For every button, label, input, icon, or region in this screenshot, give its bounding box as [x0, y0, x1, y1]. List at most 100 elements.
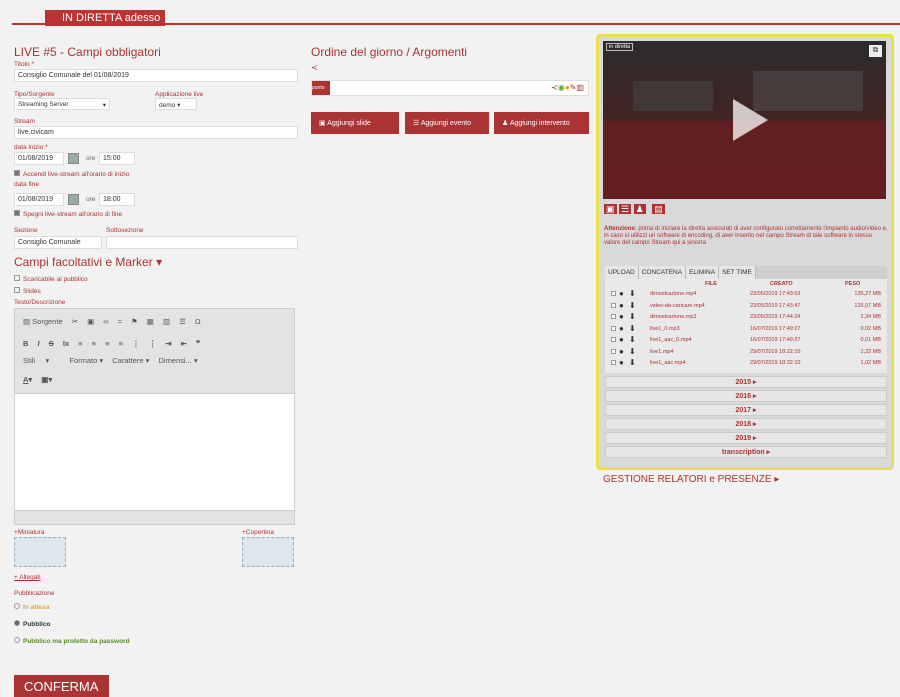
- quote-icon[interactable]: ❞: [196, 339, 200, 348]
- spegni-checkbox[interactable]: Spegni live-stream all'orario di fine: [14, 210, 122, 218]
- accendi-checkbox[interactable]: Accendi live-stream all'orario di inizio: [14, 170, 129, 178]
- slides-checkbox[interactable]: Slides: [14, 287, 41, 295]
- align-right-icon[interactable]: ≡: [105, 339, 109, 348]
- play-icon[interactable]: ●: [619, 301, 624, 310]
- year-folder[interactable]: transcription ▸: [605, 446, 887, 458]
- carattere-select[interactable]: Carattere ▾: [112, 356, 149, 365]
- download-icon[interactable]: ⬇: [629, 301, 636, 310]
- download-icon[interactable]: ⬇: [629, 358, 636, 367]
- app-select[interactable]: demo ▾: [155, 98, 197, 110]
- file-row[interactable]: ● ⬇ dimostrazione.mp3 23/05/2019 17:44:24 2,…: [605, 312, 887, 322]
- play-icon[interactable]: ●: [619, 358, 624, 367]
- optional-title[interactable]: Campi facoltativi e Marker ▾: [14, 255, 162, 269]
- file-name[interactable]: live1_aac.mp4: [650, 360, 685, 366]
- sorgente-button[interactable]: ▤ Sorgente: [23, 317, 63, 326]
- tipo-select[interactable]: Streaming Server ▾: [14, 98, 110, 110]
- conferma-button[interactable]: CONFERMA: [14, 675, 109, 697]
- ora-fine-input[interactable]: 18:00: [99, 193, 135, 206]
- play-icon[interactable]: ●: [619, 347, 624, 356]
- sottosezione-input[interactable]: [106, 236, 298, 249]
- calendar-icon[interactable]: [68, 194, 79, 205]
- justify-icon[interactable]: ≡: [119, 339, 123, 348]
- allegati-link[interactable]: + Allegati: [14, 574, 41, 581]
- image-icon[interactable]: ▦: [147, 317, 154, 326]
- formato-select[interactable]: Formato ▾: [69, 356, 103, 365]
- file-name[interactable]: dimostrazione.mp3: [650, 314, 696, 320]
- tab-elimina[interactable]: ELIMINA: [686, 266, 720, 279]
- add-event-button[interactable]: ☰ Aggiungi evento: [405, 112, 489, 134]
- strike-icon[interactable]: S: [49, 339, 54, 348]
- unlink-icon[interactable]: ≈: [118, 317, 122, 326]
- checkbox-icon[interactable]: [611, 360, 616, 365]
- tab-upload[interactable]: UPLOAD: [605, 266, 639, 279]
- file-row[interactable]: ● ⬇ video-da-caricare.mp4 23/05/2019 17:43:…: [605, 301, 887, 311]
- live-now-tab[interactable]: IN DIRETTA adesso: [45, 10, 165, 26]
- file-row[interactable]: ● ⬇ dimostrazione.mp4 23/05/2019 17:43:03 13…: [605, 289, 887, 299]
- bullet-list-icon[interactable]: ⋮: [149, 339, 157, 348]
- checkbox-icon[interactable]: [611, 348, 616, 354]
- add-intervento-button[interactable]: ♟ Aggiungi intervento: [494, 112, 589, 134]
- clear-format-icon[interactable]: Ix: [63, 339, 69, 348]
- bold-icon[interactable]: B: [23, 339, 28, 348]
- checkbox-icon[interactable]: [611, 337, 616, 342]
- file-row[interactable]: ● ⬇ live1_aac.mp4 29/07/2019 18:22:10 1,02 M…: [605, 358, 887, 368]
- tab-set-time[interactable]: SET TIME: [719, 266, 756, 279]
- checkbox-icon[interactable]: [611, 314, 616, 319]
- file-name[interactable]: live1.mp4: [650, 349, 674, 355]
- file-name[interactable]: video-da-caricare.mp4: [650, 303, 705, 309]
- stream-input[interactable]: live.civicam: [14, 126, 298, 139]
- download-icon[interactable]: ⬇: [629, 347, 636, 356]
- share-icon[interactable]: ≺: [551, 83, 558, 92]
- rich-text-editor[interactable]: ▤ Sorgente ✂ ▣ ∞ ≈ ⚑ ▦ ▥ ☰ Ω B I S Ix ≡ …: [14, 308, 295, 525]
- flag-icon[interactable]: ⚑: [131, 317, 138, 326]
- add-slide-button[interactable]: ▣ Aggiungi slide: [311, 112, 399, 134]
- year-folder[interactable]: 2018 ▸: [605, 418, 887, 430]
- link-icon[interactable]: ∞: [103, 317, 108, 326]
- relatori-link[interactable]: GESTIONE RELATORI e PRESENZE ▸: [603, 474, 779, 485]
- paste-icon[interactable]: ▣: [87, 317, 94, 326]
- file-row[interactable]: ● ⬇ live1_aac_0.mp4 16/07/2019 17:49:27 0,01…: [605, 335, 887, 345]
- checkbox-icon[interactable]: [611, 291, 616, 296]
- scaricabile-checkbox[interactable]: Scaricabile al pubblico: [14, 275, 88, 283]
- hr-icon[interactable]: ☰: [179, 317, 186, 326]
- trash-icon[interactable]: ▥: [576, 83, 584, 92]
- agenda-row[interactable]: punto ≺◉●✎▥: [311, 80, 589, 96]
- radio-pubblico[interactable]: Pubblico: [14, 620, 50, 628]
- download-icon[interactable]: ⬇: [629, 289, 636, 298]
- play-icon[interactable]: ●: [619, 324, 624, 333]
- editor-content-area[interactable]: [15, 393, 294, 511]
- dimensione-select[interactable]: Dimensi... ▾: [158, 356, 197, 365]
- image-icon[interactable]: ▣: [604, 204, 617, 214]
- cut-icon[interactable]: ✂: [72, 317, 78, 326]
- titolo-input[interactable]: Consiglio Comunale del 01/08/2019: [14, 69, 298, 82]
- download-icon[interactable]: ⬇: [629, 312, 636, 321]
- checkbox-icon[interactable]: [611, 302, 616, 308]
- sezione-input[interactable]: Consiglio Comunale: [14, 236, 102, 249]
- share-icon[interactable]: ≺: [311, 63, 318, 72]
- year-folder[interactable]: 2015 ▸: [605, 376, 887, 388]
- checkbox-icon[interactable]: [611, 325, 616, 331]
- align-left-icon[interactable]: ≡: [78, 339, 82, 348]
- stili-select[interactable]: Stili ▾: [23, 356, 49, 365]
- list-icon[interactable]: ☰: [619, 204, 632, 214]
- play-icon[interactable]: ●: [619, 335, 624, 344]
- year-folder[interactable]: 2017 ▸: [605, 404, 887, 416]
- table-icon[interactable]: ▥: [163, 317, 170, 326]
- outdent-icon[interactable]: ⇤: [181, 339, 187, 348]
- calendar-icon[interactable]: [68, 153, 79, 164]
- text-color-icon[interactable]: A▾: [23, 375, 32, 384]
- agenda-row-actions[interactable]: ≺◉●✎▥: [551, 83, 584, 92]
- download-icon[interactable]: ⬇: [629, 324, 636, 333]
- settings-icon[interactable]: ◉: [558, 83, 565, 92]
- user-icon[interactable]: ♟: [633, 204, 646, 214]
- data-inizio-input[interactable]: 01/08/2019: [14, 152, 64, 165]
- radio-protetto[interactable]: Pubblico ma protetto da password: [14, 637, 130, 645]
- play-icon[interactable]: ●: [619, 312, 624, 321]
- tab-concatena[interactable]: CONCATENA: [638, 266, 687, 279]
- popout-icon[interactable]: ⧉: [869, 45, 882, 57]
- file-name[interactable]: live1_aac_0.mp4: [650, 337, 692, 343]
- copertina-link[interactable]: +Copertina: [242, 529, 274, 536]
- download-icon[interactable]: ⬇: [629, 335, 636, 344]
- year-folder[interactable]: 2016 ▸: [605, 390, 887, 402]
- ora-inizio-input[interactable]: 15:00: [99, 152, 135, 165]
